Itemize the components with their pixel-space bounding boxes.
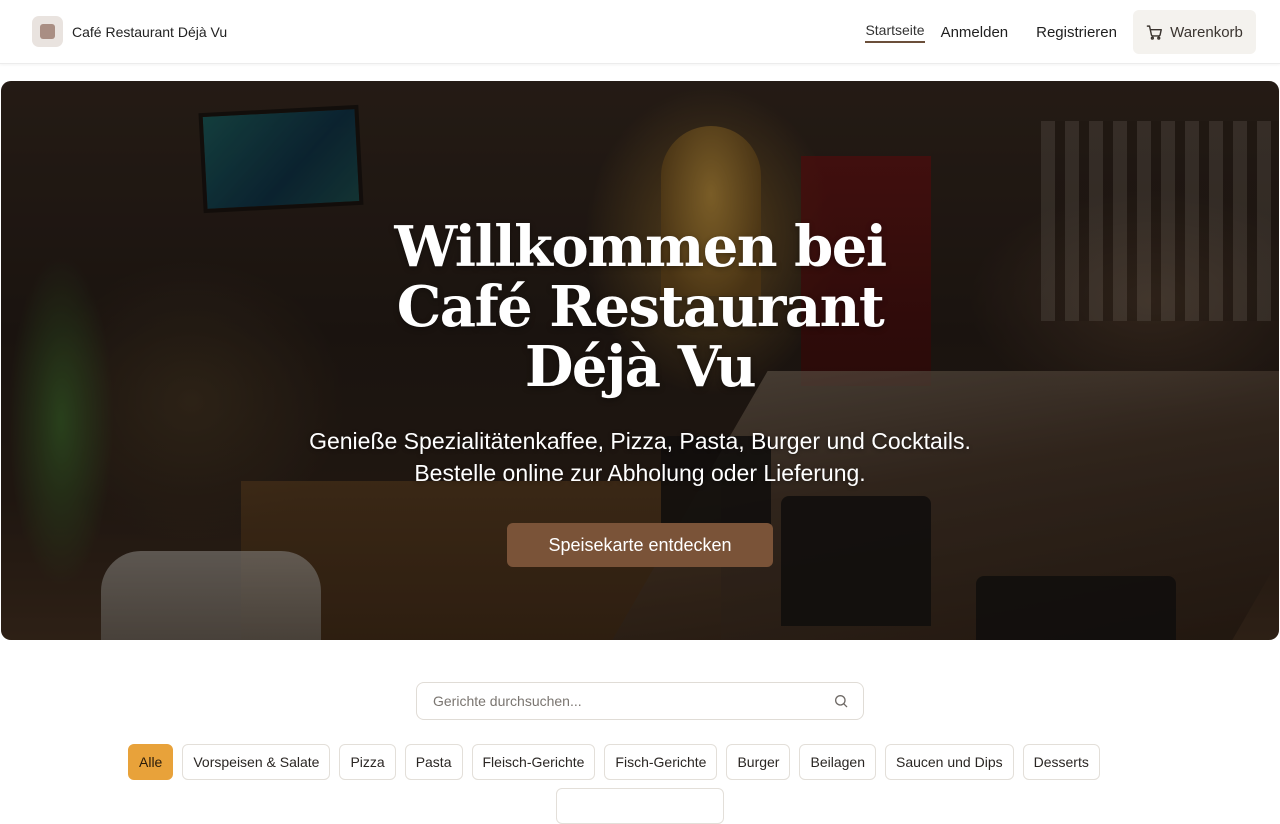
category-chip-pizza[interactable]: Pizza [339, 744, 396, 780]
category-chip-beilagen[interactable]: Beilagen [799, 744, 876, 780]
hero-title: Willkommen bei Café Restaurant Déjà Vu [394, 214, 887, 400]
category-chip-partial[interactable] [556, 788, 724, 824]
cart-button[interactable]: Warenkorb [1133, 10, 1256, 54]
hero-subtitle: Genieße Spezialitätenkaffee, Pizza, Past… [240, 425, 1040, 489]
hero-content: Willkommen bei Café Restaurant Déjà Vu G… [1, 217, 1279, 567]
category-chip-saucen-dips[interactable]: Saucen und Dips [884, 744, 1014, 780]
site-header: Café Restaurant Déjà Vu Startseite Anmel… [0, 0, 1280, 64]
dish-search [416, 682, 864, 720]
category-chip-vorspeisen-salate[interactable]: Vorspeisen & Salate [182, 744, 331, 780]
nav-login-link[interactable]: Anmelden [941, 24, 1009, 41]
category-chip-desserts[interactable]: Desserts [1022, 744, 1100, 780]
nav-register-link[interactable]: Registrieren [1036, 24, 1117, 41]
search-icon[interactable] [833, 693, 849, 709]
shopping-cart-icon [1146, 24, 1163, 41]
search-input[interactable] [433, 693, 833, 709]
nav-home-link[interactable]: Startseite [865, 22, 925, 43]
logo-mark [40, 24, 55, 39]
hero-subtitle-line-2: Bestelle online zur Abholung oder Liefer… [414, 460, 866, 486]
brand[interactable]: Café Restaurant Déjà Vu [32, 16, 227, 47]
main-nav: Startseite Anmelden Registrieren Warenko… [865, 10, 1256, 54]
brand-name: Café Restaurant Déjà Vu [72, 23, 228, 40]
category-chip-alle[interactable]: Alle [128, 744, 174, 780]
explore-menu-button[interactable]: Speisekarte entdecken [507, 523, 773, 567]
category-chip-pasta[interactable]: Pasta [404, 744, 463, 780]
category-chip-burger[interactable]: Burger [726, 744, 791, 780]
cart-label: Warenkorb [1170, 23, 1243, 41]
category-chip-fisch-gerichte[interactable]: Fisch-Gerichte [604, 744, 718, 780]
category-chip-fleisch-gerichte[interactable]: Fleisch-Gerichte [471, 744, 596, 780]
hero-banner: Willkommen bei Café Restaurant Déjà Vu G… [1, 81, 1279, 640]
category-filter: Alle Vorspeisen & Salate Pizza Pasta Fle… [128, 744, 1153, 824]
logo-square-icon [32, 16, 63, 47]
hero-subtitle-line-1: Genieße Spezialitätenkaffee, Pizza, Past… [309, 428, 971, 454]
